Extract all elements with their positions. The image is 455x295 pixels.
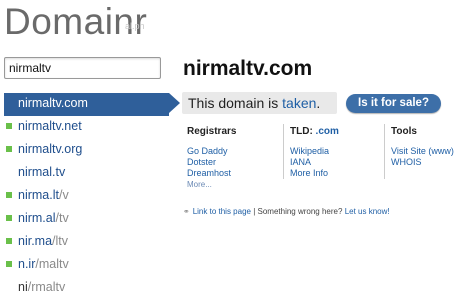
whois-link[interactable]: WHOIS [391, 157, 454, 168]
status-prefix: This domain is [188, 95, 283, 111]
status-suffix: . [316, 95, 321, 111]
results-list: nirmaltv.com nirmaltv.net nirmaltv.org n… [4, 93, 180, 295]
result-path: /rmaltv [27, 280, 66, 294]
result-path: /ltv [52, 234, 69, 248]
available-marker-icon [6, 215, 12, 221]
result-item-1[interactable]: nirmaltv.net [4, 116, 180, 139]
tld-link[interactable]: Wikipedia [290, 146, 339, 157]
registrars-column: Registrars Go Daddy Dotster Dreamhost Mo… [187, 126, 236, 190]
tools-heading: Tools [391, 126, 417, 137]
registrar-link[interactable]: Dotster [187, 157, 236, 168]
available-marker-icon [6, 261, 12, 267]
status-message: This domain is taken. [182, 92, 337, 114]
result-label: nirma.lt [18, 188, 59, 202]
status-word: taken [282, 95, 317, 111]
visit-site-link[interactable]: Visit Site (www) [391, 146, 454, 157]
let-us-know-link[interactable]: Let us know! [345, 207, 390, 216]
result-item-8[interactable]: ni/rmaltv [4, 277, 180, 295]
footer-wrong-text: Something wrong here? [257, 207, 343, 216]
footer: ⚭ Link to this page | Something wrong her… [183, 207, 390, 216]
result-item-5[interactable]: nirm.al/tv [4, 208, 180, 231]
result-item-2[interactable]: nirmaltv.org [4, 139, 180, 162]
result-item-4[interactable]: nirma.lt/v [4, 185, 180, 208]
registrars-more-link[interactable]: More... [187, 179, 236, 190]
tld-value[interactable]: .com [316, 126, 339, 137]
result-label: nirmal.tv [18, 165, 66, 179]
logo-subtext: al.ph [125, 21, 145, 31]
for-sale-button[interactable]: Is it for sale? [346, 94, 441, 113]
search-input[interactable] [4, 57, 161, 79]
result-label: ni [18, 280, 28, 294]
column-divider [283, 124, 284, 179]
available-marker-icon [6, 146, 12, 152]
result-label: nirmaltv.net [18, 119, 82, 133]
available-marker-icon [6, 192, 12, 198]
tld-heading-label: TLD: [290, 126, 316, 137]
tld-column: TLD: .com Wikipedia IANA More Info [290, 126, 339, 179]
result-path: /v [58, 188, 69, 202]
result-path: /maltv [35, 257, 69, 271]
tools-column: Tools Visit Site (www) WHOIS [391, 126, 454, 168]
registrar-link[interactable]: Go Daddy [187, 146, 236, 157]
available-marker-icon [6, 238, 12, 244]
tld-link[interactable]: More Info [290, 168, 339, 179]
result-label: nirm.al [18, 211, 56, 225]
result-item-6[interactable]: nir.ma/ltv [4, 231, 180, 254]
tld-link[interactable]: IANA [290, 157, 339, 168]
permalink-link[interactable]: Link to this page [193, 207, 251, 216]
result-item-7[interactable]: n.ir/maltv [4, 254, 180, 277]
result-item-3[interactable]: nirmal.tv [4, 162, 180, 185]
active-arrow-icon [169, 93, 180, 113]
result-label: nir.ma [18, 234, 53, 248]
registrars-heading: Registrars [187, 126, 237, 137]
tld-heading: TLD: .com [290, 126, 339, 137]
result-label: n.ir [18, 257, 36, 271]
header: Domainr al.ph [0, 0, 455, 46]
result-label: nirmaltv.com [18, 96, 88, 110]
domain-title: nirmaltv.com [183, 57, 313, 80]
column-divider [384, 124, 385, 179]
result-label: nirmaltv.org [18, 142, 83, 156]
result-path: /tv [55, 211, 69, 225]
link-chain-icon: ⚭ [183, 207, 190, 216]
registrar-link[interactable]: Dreamhost [187, 168, 236, 179]
result-item-0[interactable]: nirmaltv.com [4, 93, 180, 116]
available-marker-icon [6, 123, 12, 129]
